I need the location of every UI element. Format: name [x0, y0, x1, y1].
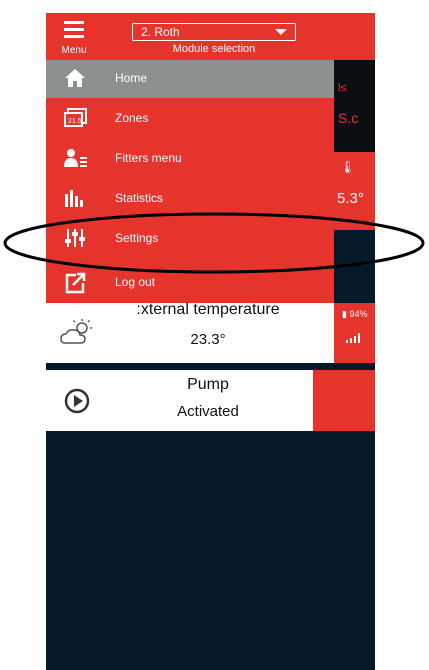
battery-level: ▮ 94%: [342, 309, 368, 319]
pump-status-tile: [313, 370, 375, 431]
play-icon: [64, 388, 90, 419]
drawer-item-label: Home: [115, 71, 148, 85]
temperature-value: 5.3°: [337, 190, 364, 207]
external-temperature-card[interactable]: :xternal temperature 23.3°: [46, 301, 334, 363]
drawer-item-logout[interactable]: Log out: [46, 264, 334, 302]
statistics-icon: [64, 188, 90, 210]
module-select-caption: Module selection: [172, 43, 256, 55]
module-select-value: 2. Roth: [141, 25, 180, 39]
weather-icon: [60, 319, 94, 350]
temperature-tile[interactable]: 🌡 5.3°: [334, 152, 375, 230]
drawer-item-label: Fitters menu: [115, 151, 182, 165]
drawer-item-home[interactable]: Home: [46, 60, 334, 98]
drawer-item-statistics[interactable]: Statistics: [46, 180, 334, 218]
signal-icon: [346, 333, 360, 346]
drawer-item-fitters[interactable]: Fitters menu: [46, 140, 334, 178]
home-icon: [64, 68, 90, 90]
drawer-item-settings[interactable]: Settings: [46, 220, 334, 258]
thermometer-icon: 🌡: [340, 160, 356, 174]
pump-title: Pump: [187, 376, 229, 393]
menu-button[interactable]: Menu: [54, 19, 94, 57]
hamburger-icon: [64, 21, 84, 38]
sensor-status-tile: ▮ 94%: [334, 303, 375, 363]
external-temperature-title: :xternal temperature: [136, 301, 280, 318]
caret-down-icon: [275, 29, 287, 35]
top-bar: Menu 2. Roth Module selection: [46, 13, 375, 60]
pump-status: Activated: [177, 403, 239, 420]
zones-icon: 21.5: [64, 108, 90, 130]
pump-card[interactable]: Pump Activated: [46, 370, 313, 431]
drawer-item-label: Statistics: [115, 191, 164, 205]
external-temperature-value: 23.3°: [190, 331, 226, 348]
card-separator: [46, 363, 375, 370]
drawer-item-zones[interactable]: 21.5 Zones: [46, 100, 334, 138]
drawer-item-label: Settings: [115, 231, 159, 245]
logout-icon: [64, 272, 90, 294]
navigation-drawer: Home 21.5 Zones Fitters menu Statistics …: [46, 60, 334, 303]
settings-icon: [64, 228, 90, 250]
phone-screen: l≤ S.c 🌡 5.3° ▮ 94% Menu 2. Roth Module …: [46, 13, 375, 670]
svg-text:21.5: 21.5: [68, 118, 82, 125]
zone-tile-text: l≤: [338, 82, 347, 94]
fitter-icon: [64, 148, 90, 170]
drawer-item-label: Log out: [115, 275, 156, 289]
module-select[interactable]: 2. Roth: [132, 23, 296, 41]
menu-label: Menu: [61, 45, 87, 56]
drawer-item-label: Zones: [115, 111, 149, 125]
zone-tile-partial[interactable]: l≤ S.c: [334, 60, 375, 152]
zone-tile-text-2: S.c: [338, 110, 359, 126]
